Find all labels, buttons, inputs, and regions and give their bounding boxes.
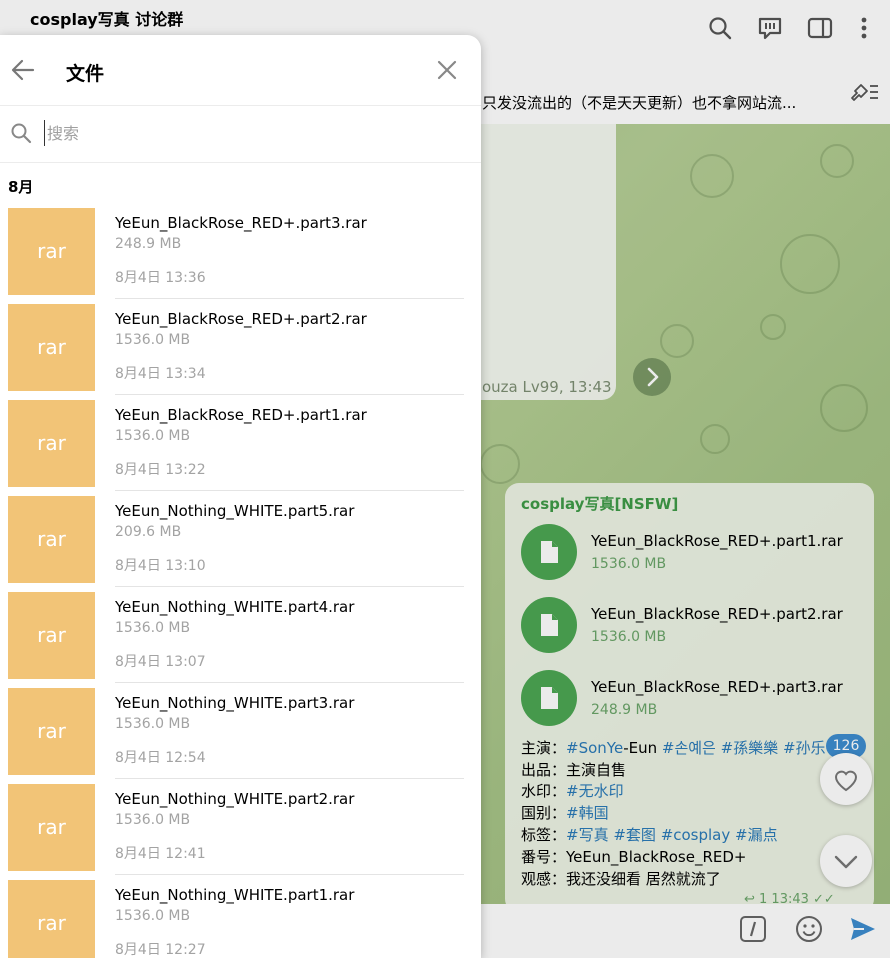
divider: [115, 778, 464, 779]
file-list-item[interactable]: rar YeEun_BlackRose_RED+.part2.rar 1536.…: [0, 304, 481, 400]
file-list-item[interactable]: rar YeEun_Nothing_WHITE.part3.rar 1536.0…: [0, 688, 481, 784]
file-date: 8月4日 13:22: [115, 462, 206, 478]
file-date: 8月4日 13:10: [115, 558, 206, 574]
file-size: 1536.0 MB: [115, 332, 191, 348]
file-thumbnail[interactable]: rar: [8, 208, 95, 295]
file-size: 1536.0 MB: [115, 908, 191, 924]
back-arrow-icon[interactable]: [10, 57, 36, 83]
file-date: 8月4日 13:36: [115, 270, 206, 286]
file-name: YeEun_Nothing_WHITE.part5.rar: [115, 502, 355, 520]
file-size: 1536.0 MB: [115, 620, 191, 636]
divider: [115, 874, 464, 875]
divider: [115, 586, 464, 587]
file-thumbnail[interactable]: rar: [8, 400, 95, 487]
file-date: 8月4日 13:34: [115, 366, 206, 382]
file-date: 8月4日 12:27: [115, 942, 206, 958]
file-thumbnail[interactable]: rar: [8, 592, 95, 679]
file-name: YeEun_Nothing_WHITE.part3.rar: [115, 694, 355, 712]
file-name: YeEun_BlackRose_RED+.part2.rar: [115, 310, 367, 328]
divider: [115, 394, 464, 395]
month-header: 8月: [8, 178, 34, 196]
file-name: YeEun_Nothing_WHITE.part2.rar: [115, 790, 355, 808]
file-list-item[interactable]: rar YeEun_Nothing_WHITE.part2.rar 1536.0…: [0, 784, 481, 880]
file-date: 8月4日 12:54: [115, 750, 206, 766]
search-bar: [0, 105, 481, 163]
file-date: 8月4日 12:41: [115, 846, 206, 862]
file-name: YeEun_Nothing_WHITE.part4.rar: [115, 598, 355, 616]
file-thumbnail[interactable]: rar: [8, 784, 95, 871]
files-panel: 文件 8月 rar YeEun_BlackRose_RED+.part3.rar…: [0, 35, 481, 958]
file-size: 1536.0 MB: [115, 716, 191, 732]
file-thumbnail[interactable]: rar: [8, 880, 95, 958]
file-name: YeEun_BlackRose_RED+.part1.rar: [115, 406, 367, 424]
search-input[interactable]: [44, 120, 467, 146]
file-name: YeEun_Nothing_WHITE.part1.rar: [115, 886, 355, 904]
search-icon: [11, 123, 32, 144]
file-list-item[interactable]: rar YeEun_BlackRose_RED+.part1.rar 1536.…: [0, 400, 481, 496]
file-date: 8月4日 13:07: [115, 654, 206, 670]
file-thumbnail[interactable]: rar: [8, 304, 95, 391]
file-size: 1536.0 MB: [115, 812, 191, 828]
panel-title: 文件: [66, 63, 105, 85]
file-size: 248.9 MB: [115, 236, 182, 252]
divider: [115, 490, 464, 491]
close-icon[interactable]: [434, 57, 460, 83]
file-list-item[interactable]: rar YeEun_Nothing_WHITE.part4.rar 1536.0…: [0, 592, 481, 688]
divider: [115, 682, 464, 683]
file-name: YeEun_BlackRose_RED+.part3.rar: [115, 214, 367, 232]
file-list-item[interactable]: rar YeEun_BlackRose_RED+.part3.rar 248.9…: [0, 208, 481, 304]
file-list-item[interactable]: rar YeEun_Nothing_WHITE.part5.rar 209.6 …: [0, 496, 481, 592]
file-thumbnail[interactable]: rar: [8, 688, 95, 775]
divider: [115, 298, 464, 299]
file-size: 1536.0 MB: [115, 428, 191, 444]
file-list-item[interactable]: rar YeEun_Nothing_WHITE.part1.rar 1536.0…: [0, 880, 481, 958]
file-thumbnail[interactable]: rar: [8, 496, 95, 583]
file-size: 209.6 MB: [115, 524, 182, 540]
